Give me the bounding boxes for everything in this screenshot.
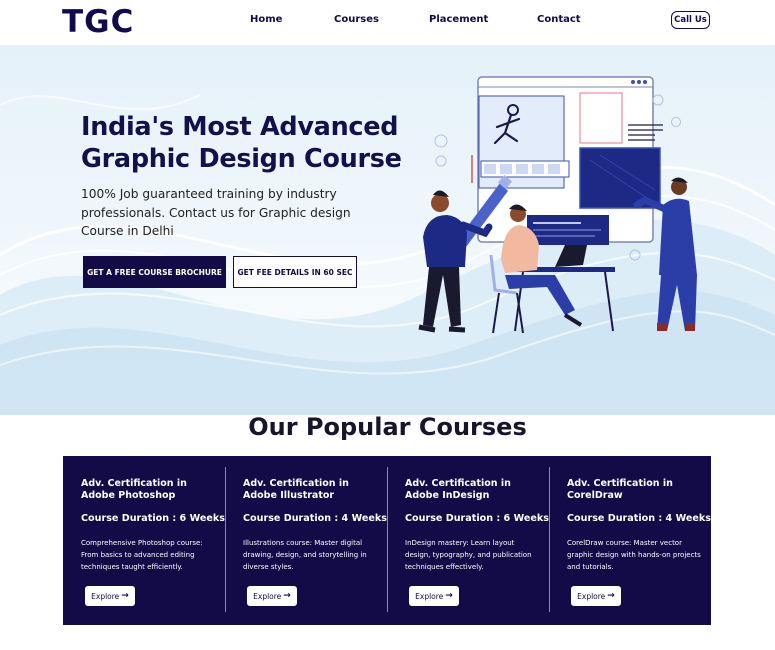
- logo[interactable]: TGC: [62, 4, 134, 40]
- hero-subtitle: 100% Job guaranteed training by industry…: [81, 187, 351, 238]
- course-title: Adv. Certification in Adobe InDesign: [405, 478, 511, 501]
- nav-placement[interactable]: Placement: [429, 14, 488, 25]
- course-title: Adv. Certification in CorelDraw: [567, 478, 673, 501]
- explore-label: Explore: [415, 591, 444, 601]
- course-description: Comprehensive Photoshop course: From bas…: [81, 539, 203, 571]
- popular-courses-heading: Our Popular Courses: [248, 413, 527, 441]
- course-description: CorelDraw course: Master vector graphic …: [567, 539, 701, 571]
- course-duration: Course Duration : 6 Weeks: [81, 513, 225, 524]
- explore-label: Explore: [253, 591, 282, 601]
- explore-label: Explore: [577, 591, 606, 601]
- fee-details-button[interactable]: GET FEE DETAILS IN 60 SEC: [233, 256, 357, 288]
- course-duration: Course Duration : 6 Weeks: [405, 513, 549, 524]
- explore-label: Explore: [91, 591, 120, 601]
- course-description: Illustrations course: Master digital dra…: [243, 539, 367, 571]
- designers-illustration: [418, 76, 697, 334]
- arrow-right-icon: →: [445, 591, 453, 601]
- call-us-button[interactable]: Call Us: [671, 11, 710, 29]
- explore-indesign-button[interactable]: Explore →: [409, 586, 459, 606]
- nav-home[interactable]: Home: [250, 14, 282, 25]
- course-card: Adv. Certification in Adobe Photoshop Co…: [63, 456, 225, 625]
- arrow-right-icon: →: [121, 591, 129, 601]
- free-brochure-button[interactable]: GET A FREE COURSE BROCHURE: [83, 256, 226, 288]
- course-duration: Course Duration : 4 Weeks: [243, 513, 387, 524]
- course-card: Adv. Certification in Adobe InDesign Cou…: [387, 456, 549, 625]
- site-header: TGC Home Courses Placement Contact Call …: [0, 0, 775, 45]
- course-title: Adv. Certification in Adobe Illustrator: [243, 478, 349, 501]
- course-card: Adv. Certification in Adobe Illustrator …: [225, 456, 387, 625]
- course-duration: Course Duration : 4 Weeks: [567, 513, 711, 524]
- explore-illustrator-button[interactable]: Explore →: [247, 586, 297, 606]
- course-title: Adv. Certification in Adobe Photoshop: [81, 478, 187, 501]
- arrow-right-icon: →: [283, 591, 291, 601]
- explore-coreldraw-button[interactable]: Explore →: [571, 586, 621, 606]
- arrow-right-icon: →: [607, 591, 615, 601]
- nav-contact[interactable]: Contact: [537, 14, 581, 25]
- courses-panel: Adv. Certification in Adobe Photoshop Co…: [63, 456, 711, 625]
- hero-title: India's Most Advanced Graphic Design Cou…: [81, 112, 402, 174]
- explore-photoshop-button[interactable]: Explore →: [85, 586, 135, 606]
- hero-section: India's Most Advanced Graphic Design Cou…: [0, 45, 775, 415]
- nav-courses[interactable]: Courses: [334, 14, 379, 25]
- course-description: InDesign mastery: Learn layout design, t…: [405, 539, 532, 571]
- course-card: Adv. Certification in CorelDraw Course D…: [549, 456, 711, 625]
